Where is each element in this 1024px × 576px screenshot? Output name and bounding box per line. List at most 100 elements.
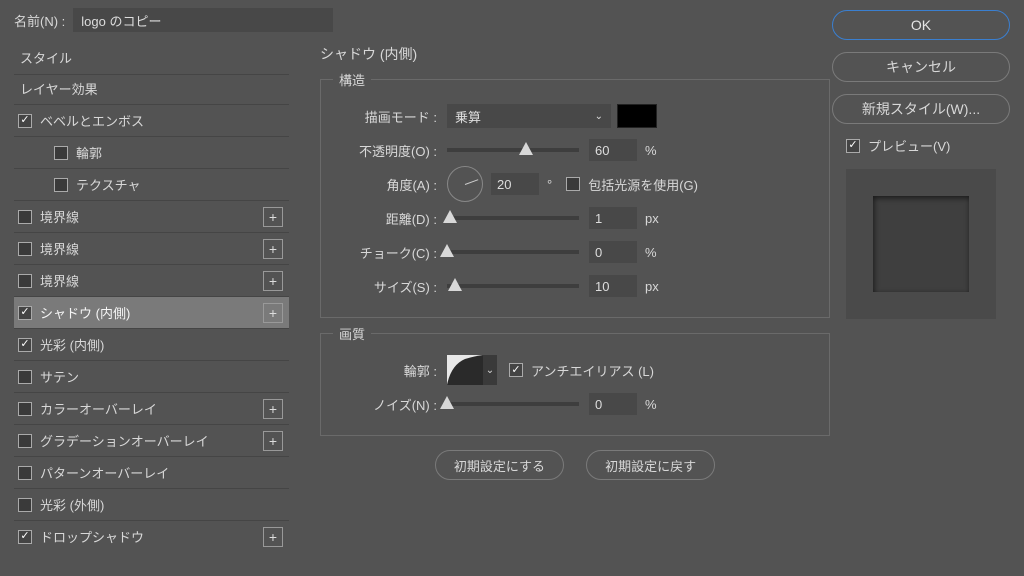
- style-label: 境界線: [40, 207, 79, 226]
- style-row[interactable]: ✓ 光彩 (内側): [14, 328, 289, 360]
- angle-unit: °: [547, 177, 552, 192]
- style-checkbox[interactable]: [18, 498, 32, 512]
- style-row[interactable]: 境界線 +: [14, 264, 289, 296]
- add-effect-icon[interactable]: +: [263, 431, 283, 451]
- style-row[interactable]: ✓ ベベルとエンボス: [14, 104, 289, 136]
- add-effect-icon[interactable]: +: [263, 399, 283, 419]
- noise-slider[interactable]: [447, 402, 579, 406]
- add-effect-icon[interactable]: +: [263, 303, 283, 323]
- style-label: カラーオーバーレイ: [40, 399, 157, 418]
- style-checkbox[interactable]: [54, 146, 68, 160]
- contour-label: 輪郭 :: [333, 361, 447, 380]
- noise-input[interactable]: [589, 393, 637, 415]
- style-checkbox[interactable]: [18, 434, 32, 448]
- contour-curve-icon: [447, 355, 483, 385]
- choke-input[interactable]: [589, 241, 637, 263]
- preview-checkbox[interactable]: ✓: [846, 139, 860, 153]
- style-row[interactable]: ✓ ドロップシャドウ +: [14, 520, 289, 552]
- noise-label: ノイズ(N) :: [333, 395, 447, 414]
- styles-sidebar: スタイル レイヤー効果 ✓ ベベルとエンボス輪郭テクスチャ境界線 + 境界線 + 境界線 +…: [14, 44, 289, 552]
- style-row[interactable]: カラーオーバーレイ +: [14, 392, 289, 424]
- add-effect-icon[interactable]: +: [263, 271, 283, 291]
- cancel-button[interactable]: キャンセル: [832, 52, 1010, 82]
- shadow-color-swatch[interactable]: [617, 104, 657, 128]
- blend-mode-label: 描画モード :: [333, 107, 447, 126]
- name-label: 名前(N) :: [14, 11, 65, 30]
- style-row[interactable]: グラデーションオーバーレイ +: [14, 424, 289, 456]
- quality-group: 画質 輪郭 : ⌄ ✓ アンチエイリアス (L) ノイズ(N) : %: [320, 324, 830, 436]
- angle-label: 角度(A) :: [333, 175, 447, 194]
- section-title: シャドウ (内側): [320, 44, 830, 64]
- style-label: ドロップシャドウ: [40, 527, 144, 546]
- make-default-button[interactable]: 初期設定にする: [435, 450, 564, 480]
- style-checkbox[interactable]: [18, 274, 32, 288]
- style-label: シャドウ (内側): [40, 303, 130, 322]
- add-effect-icon[interactable]: +: [263, 527, 283, 547]
- contour-dropdown[interactable]: ⌄: [483, 355, 497, 385]
- style-checkbox[interactable]: [54, 178, 68, 192]
- distance-input[interactable]: [589, 207, 637, 229]
- style-checkbox[interactable]: [18, 370, 32, 384]
- style-label: 境界線: [40, 271, 79, 290]
- style-row[interactable]: パターンオーバーレイ: [14, 456, 289, 488]
- style-label: ベベルとエンボス: [40, 111, 144, 130]
- style-checkbox[interactable]: [18, 402, 32, 416]
- style-label: 光彩 (内側): [40, 335, 104, 354]
- antialias-checkbox[interactable]: ✓: [509, 363, 523, 377]
- global-light-checkbox[interactable]: [566, 177, 580, 191]
- distance-unit: px: [645, 211, 659, 226]
- preview-swatch: [873, 196, 969, 292]
- style-checkbox[interactable]: [18, 242, 32, 256]
- style-row[interactable]: ✓ シャドウ (内側) +: [14, 296, 289, 328]
- style-row[interactable]: テクスチャ: [14, 168, 289, 200]
- style-checkbox[interactable]: ✓: [18, 306, 32, 320]
- layer-effects-header[interactable]: レイヤー効果: [14, 74, 289, 104]
- style-label: グラデーションオーバーレイ: [40, 431, 209, 450]
- style-label: サテン: [40, 367, 79, 386]
- new-style-button[interactable]: 新規スタイル(W)...: [832, 94, 1010, 124]
- structure-group: 構造 描画モード : 乗算 ⌄ 不透明度(O) : % 角度(A) : ° 包括…: [320, 70, 830, 318]
- preview-label: プレビュー(V): [868, 136, 950, 155]
- angle-input[interactable]: [491, 173, 539, 195]
- style-label: 輪郭: [76, 143, 102, 162]
- opacity-slider[interactable]: [447, 148, 579, 152]
- chevron-down-icon: ⌄: [595, 111, 603, 122]
- angle-dial[interactable]: [447, 166, 483, 202]
- size-slider[interactable]: [447, 284, 579, 288]
- size-input[interactable]: [589, 275, 637, 297]
- styles-header[interactable]: スタイル: [14, 44, 289, 74]
- add-effect-icon[interactable]: +: [263, 239, 283, 259]
- opacity-input[interactable]: [589, 139, 637, 161]
- name-input[interactable]: [73, 8, 333, 32]
- ok-button[interactable]: OK: [832, 10, 1010, 40]
- style-checkbox[interactable]: ✓: [18, 114, 32, 128]
- choke-slider[interactable]: [447, 250, 579, 254]
- quality-legend: 画質: [333, 324, 371, 343]
- style-checkbox[interactable]: ✓: [18, 530, 32, 544]
- style-checkbox[interactable]: [18, 466, 32, 480]
- global-light-label: 包括光源を使用(G): [588, 175, 698, 194]
- chevron-down-icon: ⌄: [486, 365, 494, 376]
- style-row[interactable]: サテン: [14, 360, 289, 392]
- style-label: テクスチャ: [76, 175, 140, 194]
- style-row[interactable]: 光彩 (外側): [14, 488, 289, 520]
- style-label: 境界線: [40, 239, 79, 258]
- structure-legend: 構造: [333, 70, 371, 89]
- style-label: パターンオーバーレイ: [40, 463, 169, 482]
- contour-picker[interactable]: [447, 355, 483, 385]
- style-checkbox[interactable]: [18, 210, 32, 224]
- add-effect-icon[interactable]: +: [263, 207, 283, 227]
- style-row[interactable]: 境界線 +: [14, 200, 289, 232]
- style-row[interactable]: 境界線 +: [14, 232, 289, 264]
- blend-mode-value: 乗算: [455, 107, 481, 126]
- blend-mode-select[interactable]: 乗算 ⌄: [447, 104, 611, 128]
- preview-box: [846, 169, 996, 319]
- distance-slider[interactable]: [447, 216, 579, 220]
- reset-default-button[interactable]: 初期設定に戻す: [586, 450, 715, 480]
- settings-panel: シャドウ (内側) 構造 描画モード : 乗算 ⌄ 不透明度(O) : % 角度…: [320, 44, 830, 480]
- style-row[interactable]: 輪郭: [14, 136, 289, 168]
- size-unit: px: [645, 279, 659, 294]
- choke-unit: %: [645, 245, 657, 260]
- style-checkbox[interactable]: ✓: [18, 338, 32, 352]
- distance-label: 距離(D) :: [333, 209, 447, 228]
